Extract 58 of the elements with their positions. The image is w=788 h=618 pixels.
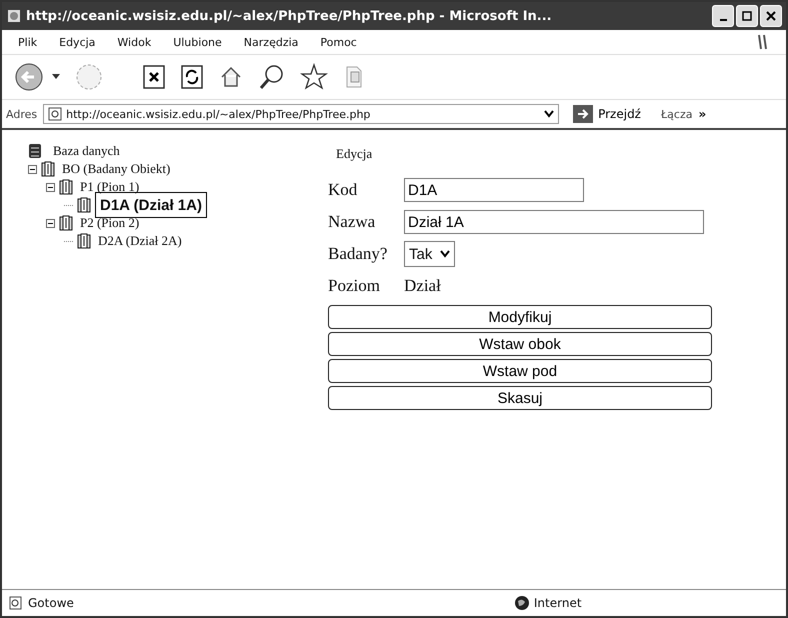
folder-icon xyxy=(59,179,73,195)
menu-item[interactable]: Ulubione xyxy=(173,36,222,48)
back-button[interactable] xyxy=(14,62,44,92)
close-button[interactable] xyxy=(760,5,782,27)
menu-item[interactable]: Narzędzia xyxy=(244,36,298,48)
tree-root[interactable]: Baza danych xyxy=(50,142,123,160)
go-button[interactable]: Przejdź xyxy=(571,105,643,123)
action-button[interactable]: Skasuj xyxy=(328,386,712,410)
dropdown-caret-icon[interactable] xyxy=(52,74,60,80)
collapse-toggle[interactable] xyxy=(28,164,37,174)
field-label: Poziom xyxy=(328,276,381,296)
menu-item[interactable]: Widok xyxy=(117,36,152,48)
more-links-button[interactable]: » xyxy=(698,107,706,121)
address-field[interactable]: http://oceanic.wsisiz.edu.pl/~alex/PhpTree/PhpTree.php xyxy=(43,104,560,124)
globe-icon xyxy=(514,595,530,611)
page-icon xyxy=(48,107,62,121)
dropdown[interactable]: Tak xyxy=(404,241,456,267)
refresh-button[interactable] xyxy=(180,64,204,90)
close-icon xyxy=(765,10,777,22)
minimize-button[interactable] xyxy=(712,5,734,27)
tree-item[interactable]: D1A (Dział 1A) xyxy=(95,192,207,218)
dropdown-caret-icon[interactable] xyxy=(544,110,554,118)
menu-item[interactable]: Pomoc xyxy=(320,36,357,48)
windows-logo-icon xyxy=(756,33,770,51)
text-field[interactable]: Dział 1A xyxy=(404,210,704,234)
menu-item[interactable]: Plik xyxy=(18,36,38,48)
stop-button[interactable] xyxy=(142,64,166,90)
folder-icon xyxy=(77,233,91,249)
tree-item[interactable]: BO (Badany Obiekt) xyxy=(59,160,174,178)
tree-item[interactable]: D2A (Dział 2A) xyxy=(95,232,185,250)
action-button[interactable]: Wstaw obok xyxy=(328,332,712,356)
action-button[interactable]: Modyfikuj xyxy=(328,305,712,329)
security-zone: Internet xyxy=(514,595,582,611)
links-label[interactable]: Łącza xyxy=(660,108,692,120)
folder-icon xyxy=(59,215,73,231)
menu-item[interactable]: Edycja xyxy=(59,36,96,48)
folder-icon xyxy=(77,197,91,213)
window-title: http://oceanic.wsisiz.edu.pl/~alex/PhpTree/PhpTree.php - Microsoft In... xyxy=(26,8,553,24)
collapse-toggle[interactable] xyxy=(46,182,55,192)
maximize-icon xyxy=(741,10,753,22)
collapse-toggle[interactable] xyxy=(46,218,55,228)
text-field[interactable]: D1A xyxy=(404,178,584,202)
page-icon xyxy=(8,595,24,611)
favorites-button[interactable] xyxy=(300,63,328,91)
status-text: Gotowe xyxy=(8,595,74,611)
form-heading: Edycja xyxy=(335,146,374,163)
database-icon xyxy=(28,143,42,159)
minimize-icon xyxy=(720,19,726,21)
folder-icon xyxy=(41,161,55,177)
caret-icon xyxy=(440,250,450,258)
action-button[interactable]: Wstaw pod xyxy=(328,359,712,383)
address-label: Adres xyxy=(6,108,38,120)
maximize-button[interactable] xyxy=(736,5,758,27)
field-label: Badany? xyxy=(328,244,388,264)
field-label: Nazwa xyxy=(328,212,376,232)
page-icon xyxy=(6,8,22,24)
field-label: Kod xyxy=(328,180,358,200)
field-value: Dział xyxy=(404,276,441,296)
